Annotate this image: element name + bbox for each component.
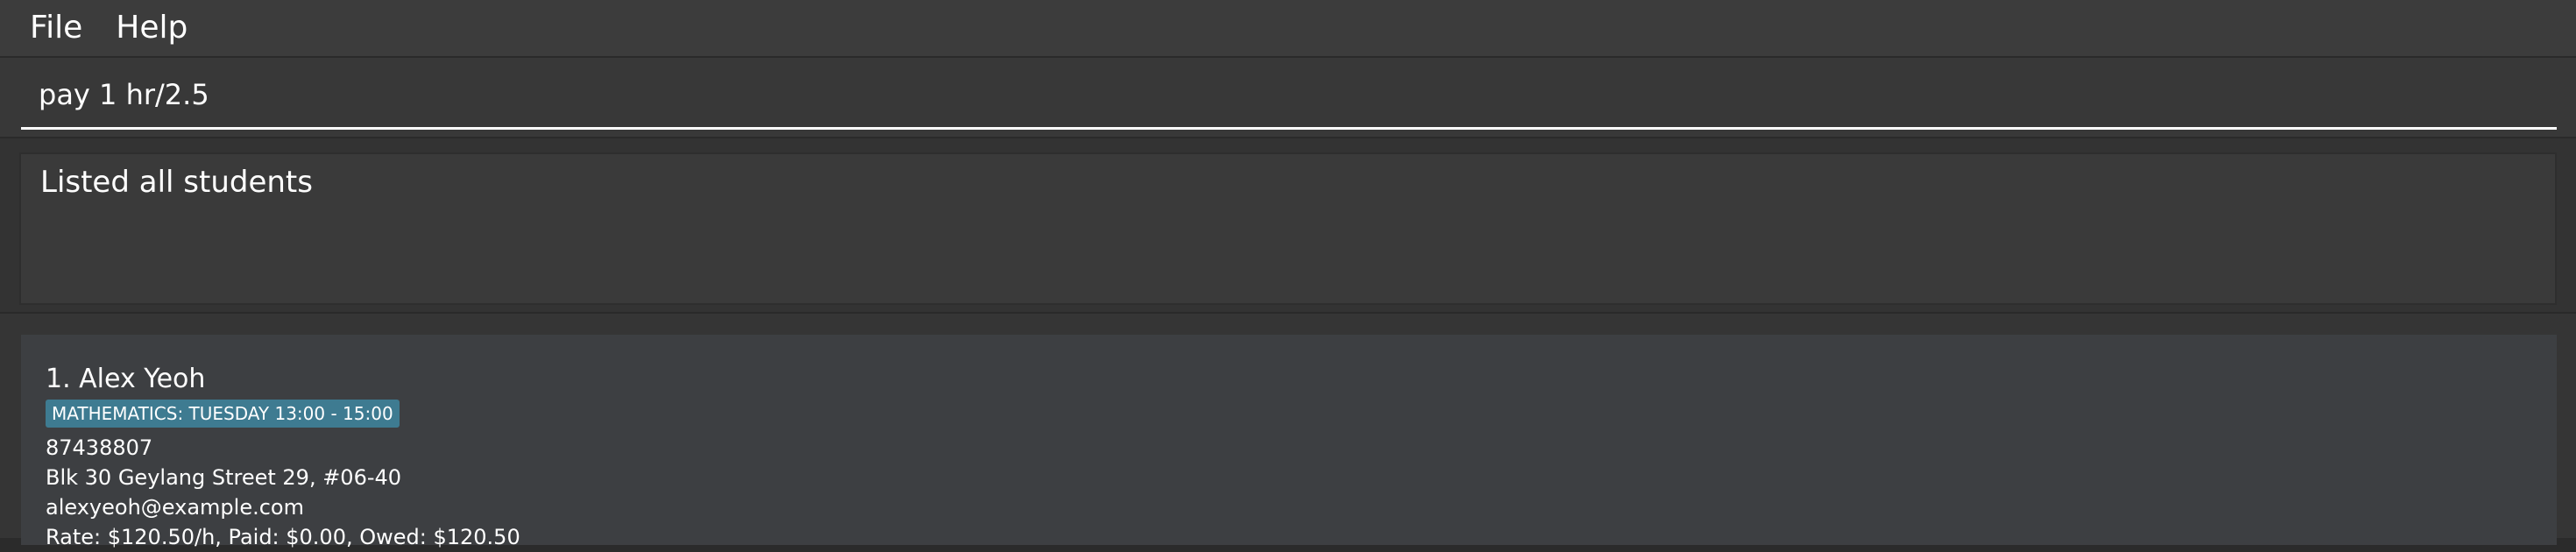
student-address: Blk 30 Geylang Street 29, #06-40: [46, 465, 402, 490]
menu-file[interactable]: File: [30, 12, 82, 44]
result-message: Listed all students: [40, 165, 313, 200]
result-display-area: Listed all students: [0, 138, 2576, 314]
lesson-tag: MATHEMATICS: TUESDAY 13:00 - 15:00: [46, 400, 400, 428]
student-card[interactable]: 1. Alex Yeoh MATHEMATICS: TUESDAY 13:00 …: [21, 335, 2557, 549]
result-display[interactable]: Listed all students: [19, 152, 2557, 305]
student-list-panel[interactable]: 1. Alex Yeoh MATHEMATICS: TUESDAY 13:00 …: [0, 314, 2576, 549]
student-payment: Rate: $120.50/h, Paid: $0.00, Owed: $120…: [46, 525, 520, 549]
menu-help[interactable]: Help: [116, 12, 188, 44]
student-name: 1. Alex Yeoh: [46, 364, 206, 394]
menu-bar: File Help: [0, 0, 2576, 58]
command-input[interactable]: [21, 58, 2557, 130]
student-phone: 87438807: [46, 435, 153, 460]
command-box: [0, 58, 2576, 138]
student-email: alexyeoh@example.com: [46, 495, 304, 520]
